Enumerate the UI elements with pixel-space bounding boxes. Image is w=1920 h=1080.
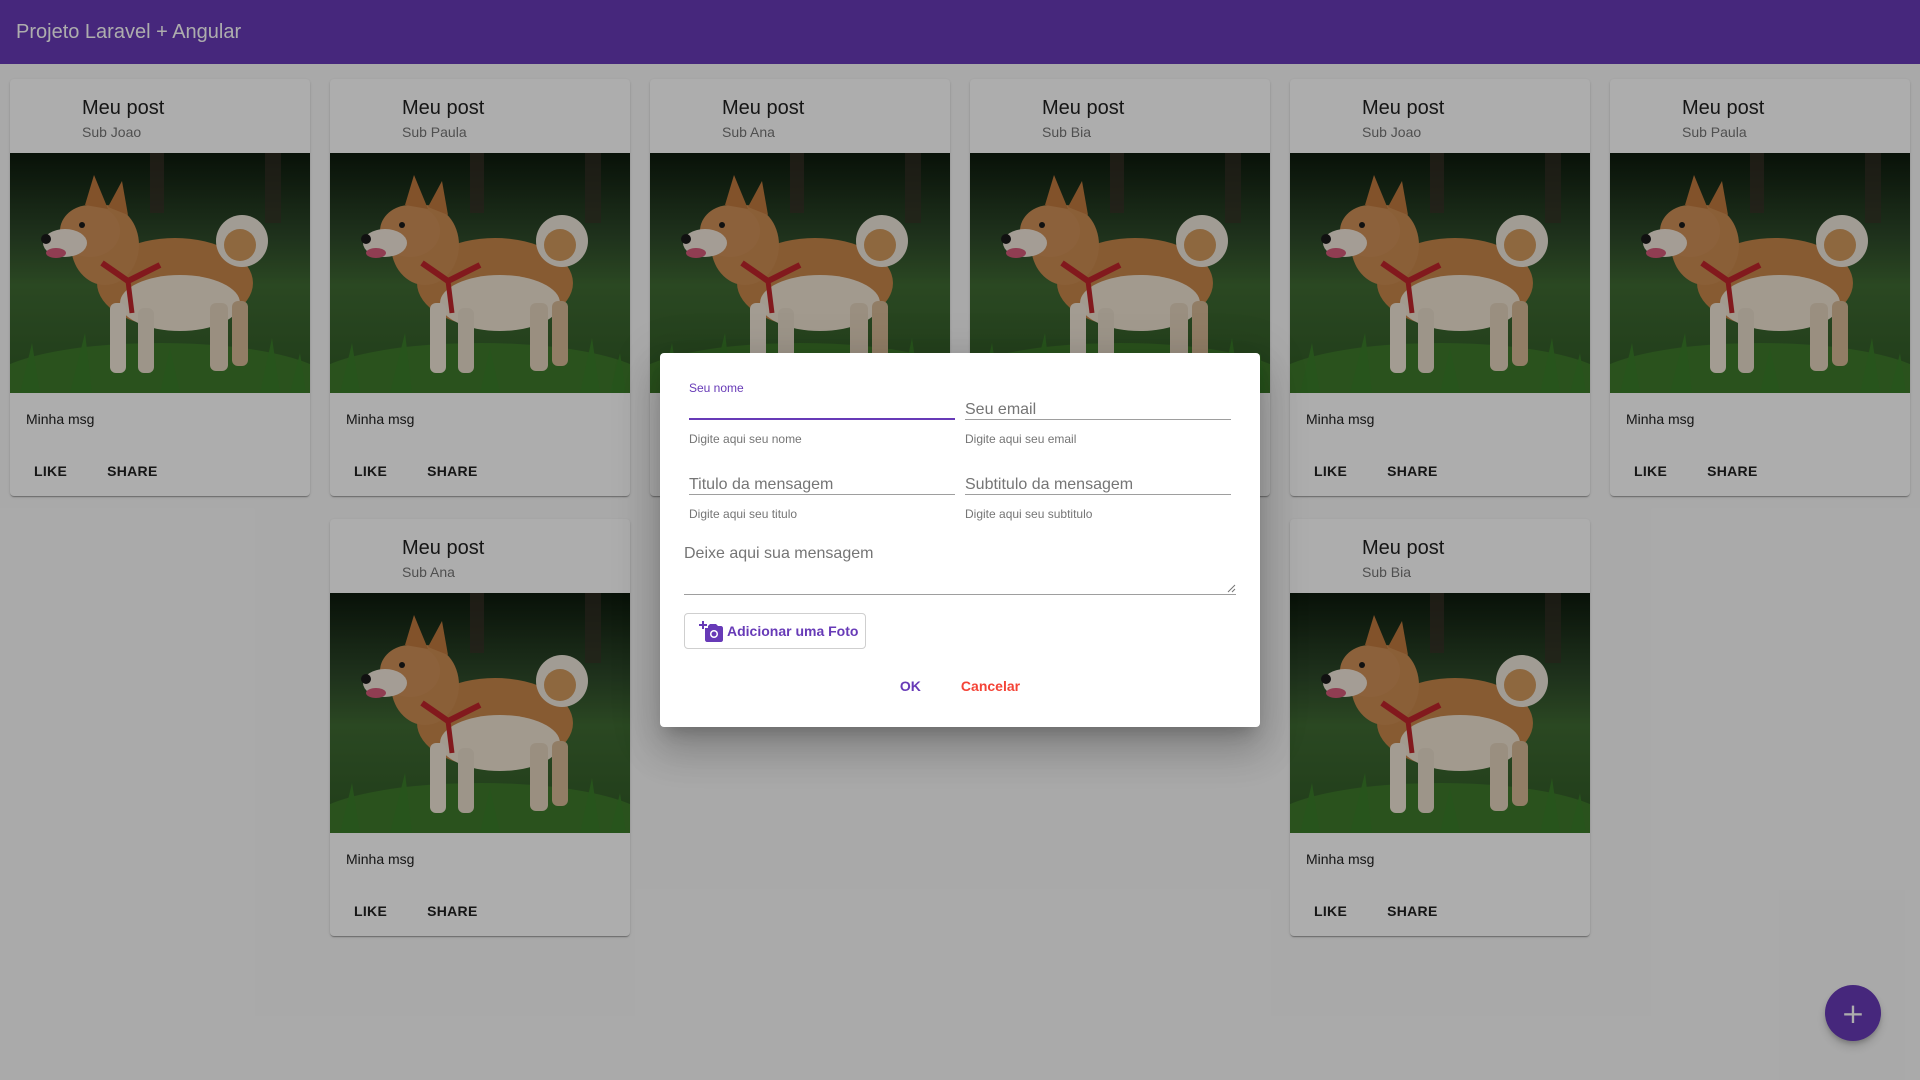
name-hint: Digite aqui seu nome [689,432,802,446]
dialog-actions: OK Cancelar [660,668,1260,704]
subtitulo-label: Subtitulo da mensagem [965,476,1134,493]
resize-grip-icon[interactable] [1226,583,1236,593]
titulo-label: Titulo da mensagem [689,476,834,493]
new-post-dialog: Seu nome Digite aqui seu nome Seu email … [660,353,1260,727]
titulo-hint: Digite aqui seu titulo [689,507,798,521]
subtitulo-underline [965,494,1231,495]
mensagem-underline [684,594,1236,595]
email-underline [965,419,1231,420]
email-field[interactable]: Seu email Digite aqui seu email [965,381,1231,451]
email-hint: Digite aqui seu email [965,432,1077,446]
titulo-underline [689,494,955,495]
subtitulo-field[interactable]: Subtitulo da mensagem Digite aqui seu su… [965,456,1231,526]
cancel-button[interactable]: Cancelar [945,668,1036,704]
name-label: Seu nome [689,381,744,395]
add-photo-label: Adicionar uma Foto [727,623,859,639]
name-underline [689,418,955,420]
add-photo-button[interactable]: Adicionar uma Foto [684,613,866,649]
subtitulo-hint: Digite aqui seu subtitulo [965,507,1093,521]
mensagem-textarea[interactable]: Deixe aqui sua mensagem [684,545,1236,595]
titulo-field[interactable]: Titulo da mensagem Digite aqui seu titul… [689,456,955,526]
add-a-photo-icon [699,621,723,642]
email-label: Seu email [965,401,1037,418]
name-field[interactable]: Seu nome Digite aqui seu nome [689,381,955,451]
ok-button[interactable]: OK [884,668,937,704]
mensagem-label: Deixe aqui sua mensagem [684,545,874,562]
